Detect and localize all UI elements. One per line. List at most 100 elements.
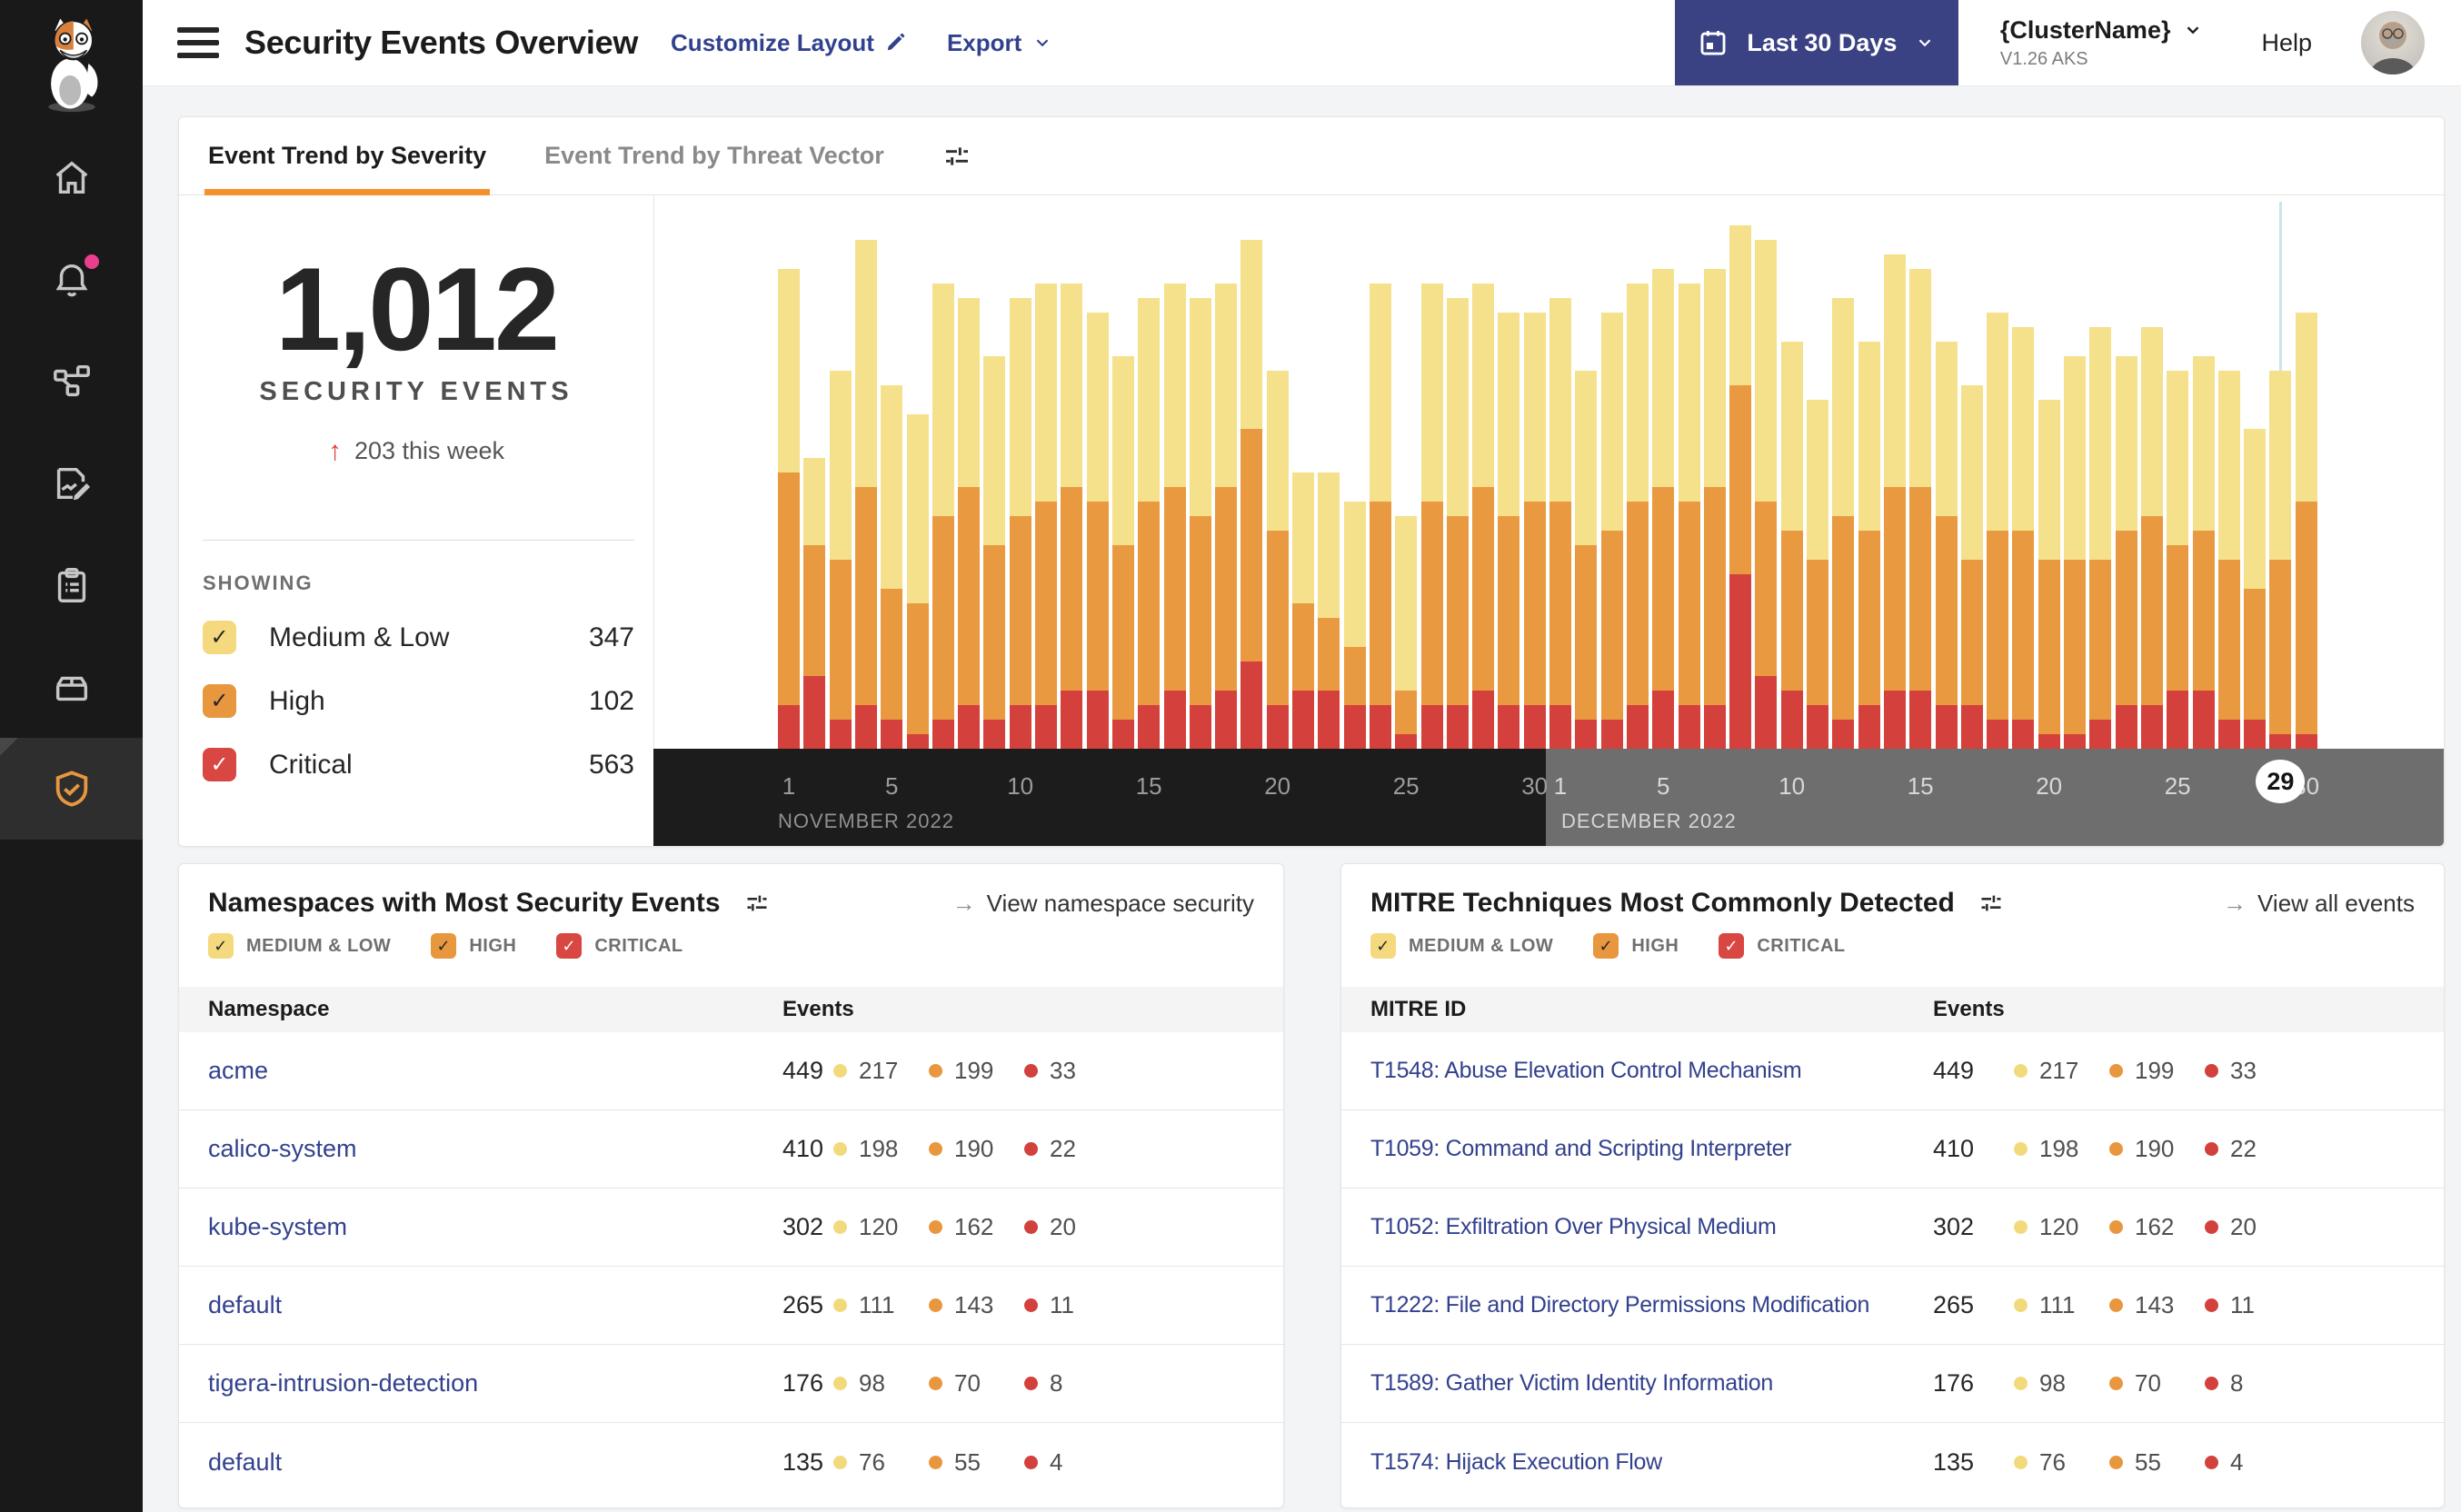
chart-bar[interactable] xyxy=(1523,313,1546,749)
filter-medium-low[interactable]: MEDIUM & LOW xyxy=(208,933,391,959)
filter-high[interactable]: HIGH xyxy=(1593,933,1679,959)
chart-bar[interactable] xyxy=(1729,225,1752,749)
chart-bar[interactable] xyxy=(1189,298,1211,749)
chart-bar[interactable] xyxy=(1678,284,1700,749)
chart-bar[interactable] xyxy=(2167,371,2189,749)
menu-toggle-icon[interactable] xyxy=(177,27,219,58)
chart-bar[interactable] xyxy=(2192,356,2215,749)
table-row[interactable]: T1059: Command and Scripting Interpreter… xyxy=(1341,1110,2444,1189)
mitre-link[interactable]: T1589: Gather Victim Identity Informatio… xyxy=(1370,1370,1773,1396)
chart-bar[interactable] xyxy=(854,240,877,749)
chart-bar[interactable] xyxy=(1575,371,1598,749)
chart-bar[interactable] xyxy=(1549,298,1571,749)
sidebar-item-service-graph[interactable] xyxy=(0,331,143,433)
sidebar-item-workloads[interactable] xyxy=(0,636,143,738)
filter-high[interactable]: HIGH xyxy=(431,933,516,959)
customize-layout-button[interactable]: Customize Layout xyxy=(671,29,905,57)
table-row[interactable]: kube-system 302 120 162 20 xyxy=(179,1189,1283,1267)
chart-bar[interactable] xyxy=(1061,284,1083,749)
chart-bar[interactable] xyxy=(1292,472,1314,749)
cluster-selector[interactable]: {ClusterName} V1.26 AKS xyxy=(2000,16,2204,70)
view-namespace-security-link[interactable]: → View namespace security xyxy=(952,890,1254,918)
sidebar-item-alerts[interactable] xyxy=(0,229,143,331)
user-avatar[interactable] xyxy=(2361,11,2425,75)
chart-bar[interactable] xyxy=(2295,313,2317,749)
chart-bar[interactable] xyxy=(1035,284,1057,749)
checkbox-medium-low[interactable] xyxy=(208,933,234,959)
checkbox-critical[interactable] xyxy=(556,933,583,959)
chart-bar[interactable] xyxy=(1652,269,1675,749)
table-row[interactable]: tigera-intrusion-detection 176 98 70 8 xyxy=(179,1345,1283,1423)
chart-bar[interactable] xyxy=(2269,371,2292,749)
chart-bar[interactable] xyxy=(2012,327,2035,749)
filter-critical[interactable]: CRITICAL xyxy=(1719,933,1845,959)
sidebar-item-compliance[interactable] xyxy=(0,534,143,636)
checkbox-critical[interactable] xyxy=(203,748,236,781)
mitre-link[interactable]: T1222: File and Directory Permissions Mo… xyxy=(1370,1292,1869,1318)
chart-settings-icon[interactable] xyxy=(942,142,971,171)
table-row[interactable]: T1052: Exfiltration Over Physical Medium… xyxy=(1341,1189,2444,1267)
date-range-button[interactable]: Last 30 Days xyxy=(1674,0,1958,85)
chart-bar[interactable] xyxy=(1960,385,1983,749)
chart-bar[interactable] xyxy=(2244,429,2267,749)
chart-bar[interactable] xyxy=(1343,502,1366,749)
chart-bar[interactable] xyxy=(1858,342,1880,749)
chart-bar[interactable] xyxy=(1832,298,1855,749)
table-row[interactable]: acme 449 217 199 33 xyxy=(179,1032,1283,1110)
sidebar-item-security-events[interactable] xyxy=(0,738,143,840)
mitre-link[interactable]: T1052: Exfiltration Over Physical Medium xyxy=(1370,1214,1777,1239)
chart-bar[interactable] xyxy=(1009,298,1031,749)
chart-bar[interactable] xyxy=(1215,284,1238,749)
current-day-marker[interactable]: 29 xyxy=(2256,760,2306,803)
checkbox-medium-low[interactable] xyxy=(203,621,236,654)
namespace-link[interactable]: default xyxy=(208,1291,282,1318)
sidebar-item-home[interactable] xyxy=(0,127,143,229)
mitre-link[interactable]: T1059: Command and Scripting Interpreter xyxy=(1370,1136,1792,1161)
chart-bar[interactable] xyxy=(2217,371,2240,749)
chart-bar[interactable] xyxy=(1755,240,1778,749)
chart-bar[interactable] xyxy=(1318,472,1340,749)
chart-bar[interactable] xyxy=(1163,284,1186,749)
chart-bar[interactable] xyxy=(2115,356,2137,749)
chart-bar[interactable] xyxy=(1138,298,1161,749)
chart-bar[interactable] xyxy=(1240,240,1263,749)
chart-bar[interactable] xyxy=(2038,400,2060,749)
checkbox-medium-low[interactable] xyxy=(1370,933,1396,959)
table-settings-icon[interactable] xyxy=(744,890,770,916)
chart-bar[interactable] xyxy=(1703,269,1726,749)
chart-bar[interactable] xyxy=(1266,371,1289,749)
namespace-link[interactable]: default xyxy=(208,1448,282,1476)
filter-medium-low[interactable]: MEDIUM & LOW xyxy=(1370,933,1553,959)
chart-bar[interactable] xyxy=(829,371,852,749)
chart-bar[interactable] xyxy=(1987,313,2009,749)
chart-bar[interactable] xyxy=(958,298,981,749)
table-row[interactable]: T1222: File and Directory Permissions Mo… xyxy=(1341,1267,2444,1345)
chart-bar[interactable] xyxy=(2089,327,2112,749)
chart-bar[interactable] xyxy=(1086,313,1109,749)
chart-bar[interactable] xyxy=(1909,269,1932,749)
chart-bar[interactable] xyxy=(881,385,903,749)
table-row[interactable]: default 135 76 55 4 xyxy=(179,1423,1283,1501)
checkbox-high[interactable] xyxy=(1593,933,1619,959)
filter-critical[interactable]: CRITICAL xyxy=(556,933,683,959)
tab-event-trend-by-severity[interactable]: Event Trend by Severity xyxy=(204,117,491,195)
namespace-link[interactable]: tigera-intrusion-detection xyxy=(208,1369,478,1397)
checkbox-high[interactable] xyxy=(203,684,236,718)
chart-bar[interactable] xyxy=(1446,298,1469,749)
chart-bar[interactable] xyxy=(1498,313,1520,749)
table-row[interactable]: T1574: Hijack Execution Flow 135 76 55 4 xyxy=(1341,1423,2444,1501)
chart-bar[interactable] xyxy=(1472,284,1495,749)
help-link[interactable]: Help xyxy=(2261,29,2312,57)
tab-event-trend-by-threat-vector[interactable]: Event Trend by Threat Vector xyxy=(544,117,884,194)
table-settings-icon[interactable] xyxy=(1978,890,2004,916)
calico-logo[interactable] xyxy=(0,0,143,127)
chart-bar[interactable] xyxy=(1600,313,1623,749)
namespace-link[interactable]: acme xyxy=(208,1057,268,1084)
view-all-events-link[interactable]: → View all events xyxy=(2223,890,2415,918)
table-row[interactable]: calico-system 410 198 190 22 xyxy=(179,1110,1283,1189)
chart-bar[interactable] xyxy=(1111,356,1134,749)
chart-bar[interactable] xyxy=(906,414,929,749)
namespace-link[interactable]: calico-system xyxy=(208,1135,357,1162)
chart-bar[interactable] xyxy=(803,458,826,749)
table-row[interactable]: default 265 111 143 11 xyxy=(179,1267,1283,1345)
